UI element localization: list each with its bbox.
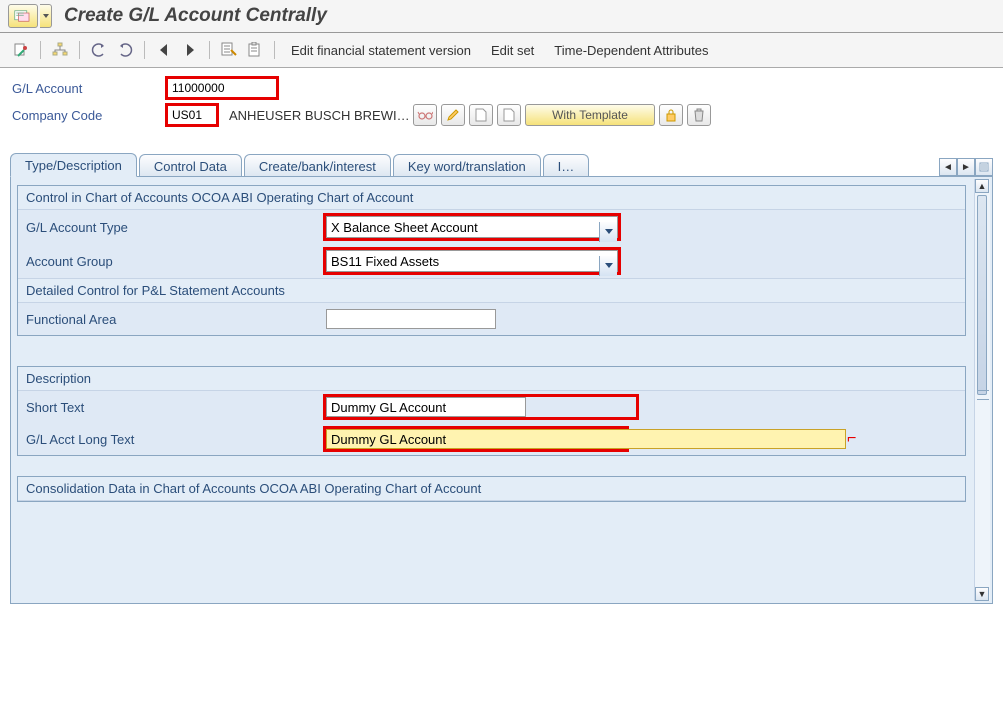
required-marker-icon: ⌐	[847, 430, 856, 448]
undo-button[interactable]	[88, 39, 110, 61]
account-group-select[interactable]	[326, 250, 618, 272]
company-description: ANHEUSER BUSCH BREWI…	[229, 108, 409, 123]
edit-set-link[interactable]: Edit set	[491, 43, 534, 58]
with-template-label: With Template	[552, 108, 628, 122]
glasses-icon	[417, 108, 433, 122]
toolbar-separator	[209, 41, 210, 59]
detailed-control-title: Detailed Control for P&L Statement Accou…	[18, 278, 965, 303]
gl-account-type-label: G/L Account Type	[26, 220, 326, 235]
toolbar-separator	[79, 41, 80, 59]
triangle-left-icon	[159, 44, 169, 56]
tab-list-icon	[979, 162, 989, 172]
chevron-down-icon	[43, 14, 49, 18]
account-group-label: Account Group	[26, 254, 326, 269]
tab-container: Type/Description Control Data Create/ban…	[10, 152, 993, 604]
group-description-title: Description	[18, 367, 965, 391]
company-code-input[interactable]	[167, 105, 217, 125]
new-button[interactable]	[469, 104, 493, 126]
hierarchy-icon	[52, 42, 68, 58]
header-area: G/L Account Company Code ANHEUSER BUSCH …	[0, 68, 1003, 138]
blank-document-icon	[503, 108, 515, 122]
scroll-down-button[interactable]: ▼	[975, 587, 989, 601]
redo-icon	[117, 42, 133, 58]
functional-area-input[interactable]	[326, 309, 496, 329]
next-button[interactable]	[179, 39, 201, 61]
undo-icon	[91, 42, 107, 58]
toolbar-separator	[274, 41, 275, 59]
clipboard-button[interactable]	[244, 39, 266, 61]
tab-type-description[interactable]: Type/Description	[10, 153, 137, 177]
toolbar: Edit financial statement version Edit se…	[0, 33, 1003, 68]
gl-account-type-select[interactable]	[326, 216, 618, 238]
toolbar-separator	[40, 41, 41, 59]
tab-panel: Control in Chart of Accounts OCOA ABI Op…	[10, 176, 993, 604]
title-menu-dropdown[interactable]	[40, 4, 52, 28]
triangle-right-icon	[185, 44, 195, 56]
blank-document-icon	[475, 108, 487, 122]
scroll-thumb[interactable]	[977, 195, 987, 395]
gl-account-input[interactable]	[167, 78, 277, 98]
with-template-button[interactable]: With Template	[525, 104, 655, 126]
tab-scroll-left[interactable]: ◄	[939, 158, 957, 176]
long-text-input-ext[interactable]	[626, 429, 846, 449]
long-text-input[interactable]	[326, 429, 626, 449]
clipboard-icon	[247, 42, 263, 58]
hierarchy-button[interactable]	[49, 39, 71, 61]
pencil-icon	[446, 108, 460, 122]
form-menu-icon	[14, 9, 32, 23]
group-consolidation: Consolidation Data in Chart of Accounts …	[17, 476, 966, 502]
tab-control-data[interactable]: Control Data	[139, 154, 242, 177]
edit-fsv-link[interactable]: Edit financial statement version	[291, 43, 471, 58]
tab-list-button[interactable]	[975, 158, 993, 176]
display-button[interactable]	[413, 104, 437, 126]
document-other-button[interactable]	[10, 39, 32, 61]
list-button[interactable]	[218, 39, 240, 61]
title-menu-button[interactable]	[8, 4, 38, 28]
copy-button[interactable]	[497, 104, 521, 126]
company-code-label: Company Code	[12, 108, 167, 123]
page-title: Create G/L Account Centrally	[64, 5, 327, 27]
delete-button[interactable]	[687, 104, 711, 126]
scroll-grip-icon	[977, 390, 989, 400]
group-control-coa-title: Control in Chart of Accounts OCOA ABI Op…	[18, 186, 965, 210]
group-control-coa: Control in Chart of Accounts OCOA ABI Op…	[17, 185, 966, 336]
short-text-label: Short Text	[26, 400, 326, 415]
chevron-down-icon	[605, 263, 613, 268]
toolbar-separator	[144, 41, 145, 59]
document-other-icon	[13, 42, 29, 58]
short-text-input[interactable]	[326, 397, 526, 417]
tab-information[interactable]: I…	[543, 154, 590, 177]
edit-button[interactable]	[441, 104, 465, 126]
chevron-down-icon	[605, 229, 613, 234]
account-group-dropdown[interactable]	[599, 256, 617, 276]
group-consolidation-title: Consolidation Data in Chart of Accounts …	[18, 477, 965, 501]
group-description: Description Short Text G/L Acct Long Tex…	[17, 366, 966, 456]
scroll-up-button[interactable]: ▲	[975, 179, 989, 193]
gl-account-type-dropdown[interactable]	[599, 222, 617, 242]
tab-scroll-right[interactable]: ►	[957, 158, 975, 176]
redo-button[interactable]	[114, 39, 136, 61]
lock-icon	[665, 108, 677, 122]
lock-button[interactable]	[659, 104, 683, 126]
title-bar: Create G/L Account Centrally	[0, 0, 1003, 33]
tab-keyword-translation[interactable]: Key word/translation	[393, 154, 541, 177]
tab-create-bank-interest[interactable]: Create/bank/interest	[244, 154, 391, 177]
trash-icon	[693, 108, 705, 122]
prev-button[interactable]	[153, 39, 175, 61]
gl-account-label: G/L Account	[12, 81, 167, 96]
time-dep-link[interactable]: Time-Dependent Attributes	[554, 43, 708, 58]
long-text-label: G/L Acct Long Text	[26, 432, 326, 447]
functional-area-label: Functional Area	[26, 312, 326, 327]
list-arrow-icon	[221, 42, 237, 58]
panel-scrollbar[interactable]: ▲ ▼	[974, 179, 990, 601]
